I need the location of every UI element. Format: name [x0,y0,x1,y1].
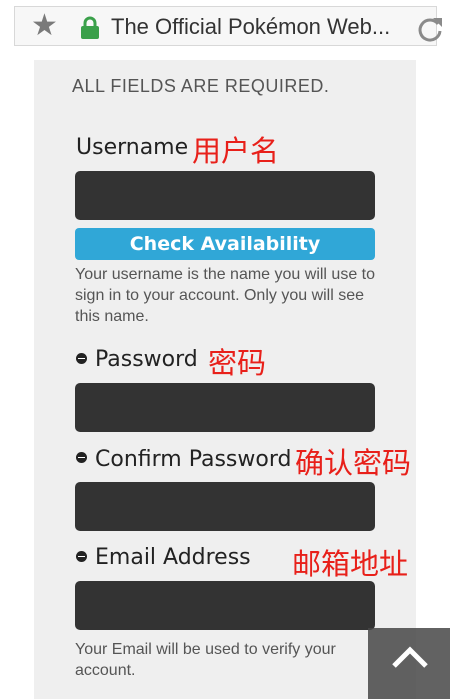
required-note: ALL FIELDS ARE REQUIRED. [72,76,330,96]
confirm-password-label: Confirm Password [95,447,292,472]
scroll-top-button[interactable] [368,628,450,699]
star-icon[interactable]: ★ [31,9,58,43]
username-input[interactable] [75,171,375,220]
page-title: The Official Pokémon Web... [111,14,391,39]
chevron-up-icon [390,644,430,674]
email-annotation: 邮箱地址 [292,547,409,581]
password-annotation: 密码 [208,346,267,380]
username-annotation: 用户名 [192,134,280,168]
username-label: Username [76,135,189,160]
confirm-password-input[interactable] [75,482,375,531]
bullet-icon [76,452,87,463]
lock-icon [79,16,101,44]
confirm-password-annotation: 确认密码 [295,446,412,480]
reload-icon[interactable] [416,15,444,47]
screen: ★ The Official Pokémon Web... ALL FIELDS… [0,0,450,699]
email-help-text: Your Email will be used to verify your a… [75,641,336,679]
password-input[interactable] [75,383,375,432]
password-label: Password [95,347,198,372]
email-label: Email Address [95,545,251,570]
bullet-icon [76,353,87,364]
address-bar[interactable]: ★ The Official Pokémon Web... [14,6,442,46]
email-input[interactable] [75,581,375,630]
username-help-text: Your username is the name you will use t… [75,266,376,325]
check-availability-button[interactable]: Check Availability [75,228,375,260]
bullet-icon [76,551,87,562]
